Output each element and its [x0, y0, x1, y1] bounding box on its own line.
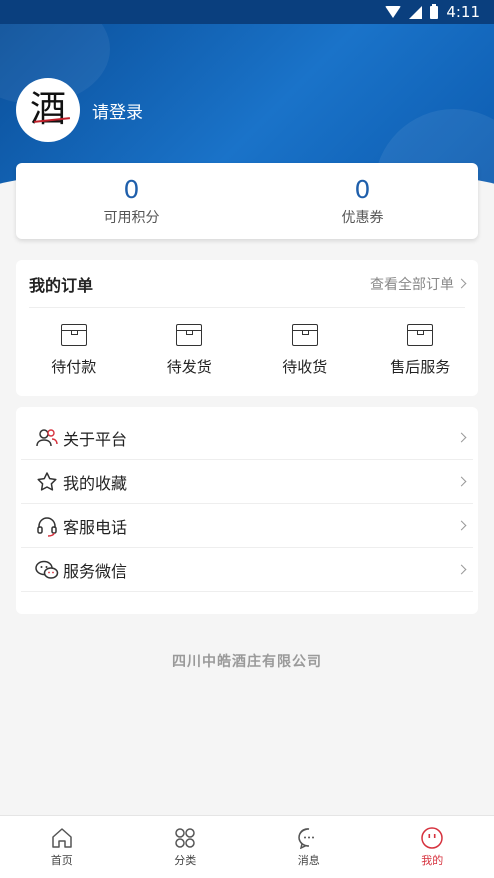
points-label: 可用积分: [103, 210, 160, 226]
orders-title: 我的订单: [29, 275, 94, 295]
points-stat[interactable]: 0 可用积分: [16, 163, 247, 239]
box-icon: [60, 324, 87, 346]
coupons-value: 0: [354, 175, 371, 204]
nav-message[interactable]: 消息: [247, 816, 371, 878]
menu-item-label: 客服电话: [63, 517, 128, 537]
wechat-icon: [35, 558, 59, 582]
order-status-label: 售后服务: [390, 358, 451, 376]
wifi-icon: [385, 6, 402, 18]
order-status-label: 待付款: [51, 358, 97, 376]
company-name: 四川中皓酒庄有限公司: [172, 654, 322, 670]
order-pending-shipment[interactable]: 待发货: [132, 324, 248, 377]
box-icon: [407, 324, 434, 346]
profile-icon: [421, 826, 443, 849]
status-bar: 4:11: [0, 0, 494, 24]
home-icon: [52, 827, 72, 848]
menu-item-label: 我的收藏: [63, 473, 128, 493]
star-icon: [35, 470, 59, 494]
order-pending-payment[interactable]: 待付款: [16, 324, 132, 377]
box-icon: [291, 324, 318, 346]
nav-label: 分类: [174, 853, 197, 867]
nav-category[interactable]: 分类: [124, 816, 248, 878]
bottom-nav: 首页 分类 消息 我的: [0, 815, 494, 878]
chevron-right-icon: [456, 432, 467, 443]
nav-label: 首页: [50, 853, 73, 867]
signal-icon: [409, 5, 423, 19]
chevron-right-icon: [456, 564, 467, 575]
profile-header: 酒 请登录: [0, 24, 494, 184]
menu-item-label: 关于平台: [63, 429, 128, 449]
battery-icon: [430, 3, 439, 19]
menu-item-label: 服务微信: [63, 561, 128, 581]
nav-label: 我的: [421, 853, 444, 867]
avatar[interactable]: 酒: [16, 78, 80, 142]
coupons-stat[interactable]: 0 优惠券: [247, 163, 478, 239]
menu-item-customer-service[interactable]: 客服电话: [21, 504, 473, 548]
nav-label: 消息: [297, 853, 320, 867]
avatar-logo: 酒: [29, 89, 66, 130]
login-link[interactable]: 请登录: [92, 98, 143, 123]
nav-home[interactable]: 首页: [0, 816, 124, 878]
stats-card: 0 可用积分 0 优惠券: [16, 163, 478, 239]
order-after-sales[interactable]: 售后服务: [363, 324, 479, 377]
status-time: 4:11: [446, 3, 480, 21]
message-icon: [298, 827, 314, 849]
box-icon: [176, 324, 203, 346]
menu-item-favorites[interactable]: 我的收藏: [21, 460, 473, 504]
headset-icon: [35, 514, 59, 538]
nav-profile[interactable]: 我的: [371, 816, 494, 878]
chevron-right-icon: [456, 278, 467, 289]
view-all-orders-label: 查看全部订单: [370, 276, 454, 293]
order-status-label: 待发货: [166, 358, 212, 376]
coupons-label: 优惠券: [341, 210, 384, 226]
orders-card: 我的订单 查看全部订单 待付款 待发货 待收货 售后服务: [16, 260, 478, 396]
menu-card: 关于平台 我的收藏 客服电话 服务微信: [16, 407, 478, 614]
menu-item-wechat[interactable]: 服务微信: [21, 548, 473, 592]
menu-item-about[interactable]: 关于平台: [21, 416, 473, 460]
category-icon: [175, 827, 195, 848]
view-all-orders-link[interactable]: 查看全部订单: [370, 274, 467, 294]
order-pending-receipt[interactable]: 待收货: [247, 324, 363, 377]
order-status-list: 待付款 待发货 待收货 售后服务: [16, 324, 478, 377]
chevron-right-icon: [456, 520, 467, 531]
order-status-label: 待收货: [282, 358, 328, 376]
points-value: 0: [123, 175, 140, 204]
orders-header: 我的订单 查看全部订单: [29, 260, 467, 308]
chevron-right-icon: [456, 476, 467, 487]
users-icon: [35, 426, 59, 450]
